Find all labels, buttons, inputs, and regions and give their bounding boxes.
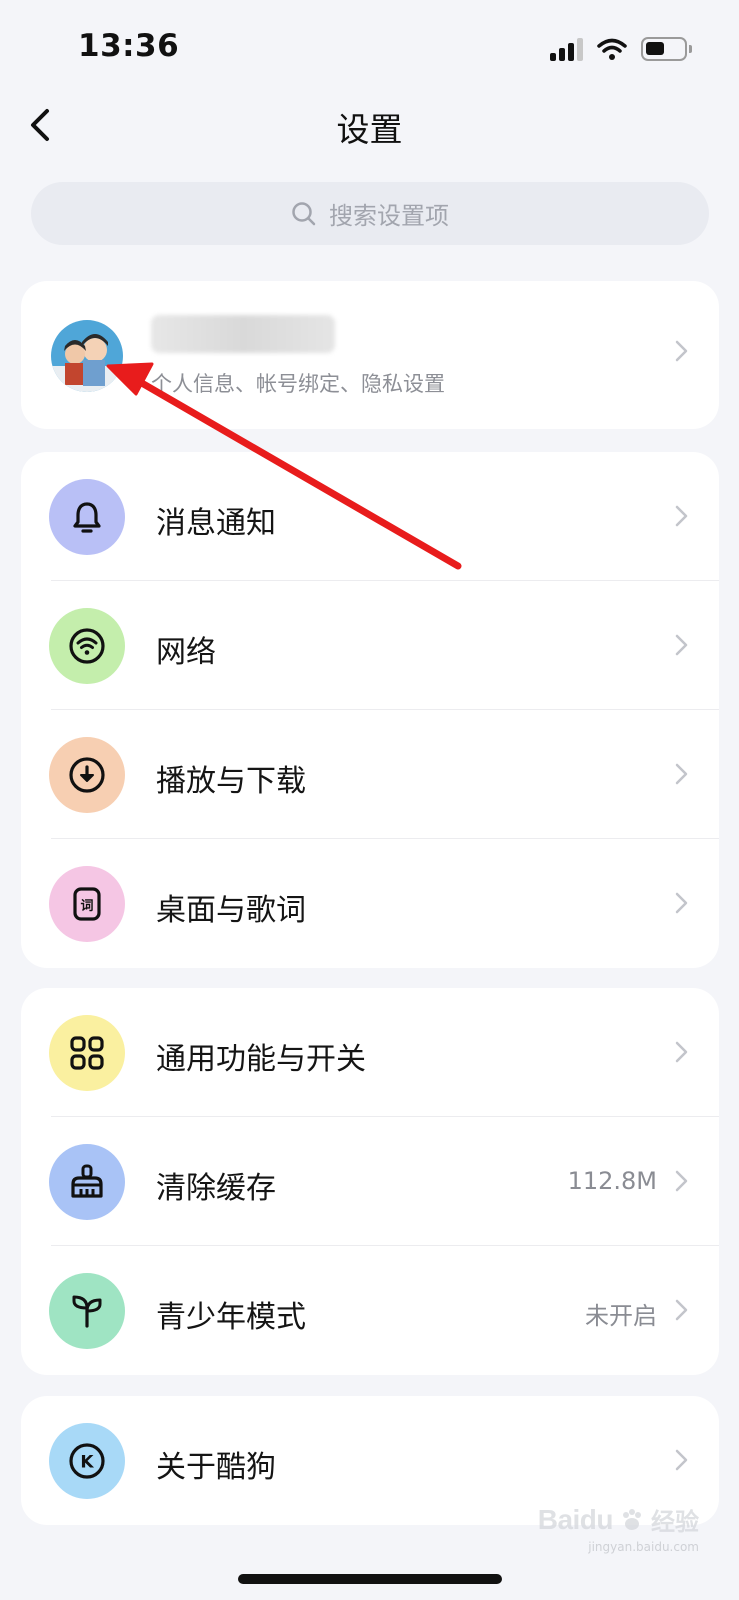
kugou-logo-icon: K: [69, 1443, 105, 1479]
chevron-right-icon: [675, 1170, 688, 1192]
settings-item-clear-cache[interactable]: 清除缓存 112.8M: [21, 1117, 719, 1246]
chevron-right-icon: [675, 1299, 688, 1321]
watermark-brand: Baidu: [537, 1503, 614, 1535]
notifications-icon-circle: [49, 479, 125, 555]
settings-item-label: 桌面与歌词: [156, 893, 306, 928]
lyrics-icon-circle: 词: [49, 866, 125, 942]
avatar[interactable]: [51, 320, 123, 392]
settings-group-2: 通用功能与开关 清除缓存 112.8M 青少年模式 未开启: [21, 988, 719, 1375]
cache-size-value: 112.8M: [567, 1167, 657, 1195]
chevron-right-icon: [675, 1449, 688, 1471]
home-indicator: [238, 1574, 502, 1584]
profile-subtitle: 个人信息、帐号绑定、隐私设置: [151, 372, 445, 396]
settings-item-label: 关于酷狗: [156, 1450, 276, 1485]
bell-icon: [73, 502, 101, 533]
chevron-right-icon: [675, 340, 688, 362]
status-bar: 13:36: [0, 0, 739, 100]
wifi-status-icon: [597, 38, 627, 60]
lyrics-icon: 词: [73, 887, 101, 921]
nav-bar: 设置: [0, 95, 739, 155]
download-icon: [69, 757, 105, 793]
settings-item-notifications[interactable]: 消息通知: [21, 452, 719, 581]
grid-icon: [70, 1036, 104, 1070]
profile-name-redacted: [151, 315, 335, 353]
chevron-right-icon: [675, 763, 688, 785]
about-icon-circle: K: [49, 1423, 125, 1499]
download-icon-circle: [49, 737, 125, 813]
chevron-right-icon: [675, 505, 688, 527]
baidu-watermark: Baidu 经验: [538, 1502, 699, 1537]
settings-item-playback-download[interactable]: 播放与下载: [21, 710, 719, 839]
paw-icon: [623, 1508, 641, 1530]
wifi-icon: [69, 628, 105, 664]
search-icon: [292, 201, 316, 225]
profile-card[interactable]: 个人信息、帐号绑定、隐私设置: [21, 281, 719, 429]
status-time: 13:36: [78, 28, 180, 64]
chevron-right-icon: [675, 634, 688, 656]
svg-text:K: K: [80, 1453, 94, 1473]
settings-item-label: 播放与下载: [156, 764, 306, 799]
clear-cache-icon-circle: [49, 1144, 125, 1220]
network-icon-circle: [49, 608, 125, 684]
settings-item-label: 青少年模式: [156, 1300, 306, 1335]
teen-mode-icon-circle: [49, 1273, 125, 1349]
chevron-right-icon: [675, 892, 688, 914]
general-icon-circle: [49, 1015, 125, 1091]
settings-group-1: 消息通知 网络 播放与下载 词 桌面与歌词: [21, 452, 719, 968]
watermark-url: jingyan.baidu.com: [588, 1540, 699, 1554]
settings-item-label: 网络: [156, 635, 216, 670]
watermark-brand-cn: 经验: [651, 1508, 699, 1536]
search-placeholder: 搜索设置项: [329, 202, 449, 230]
settings-item-network[interactable]: 网络: [21, 581, 719, 710]
page-title: 设置: [336, 110, 403, 149]
settings-item-desktop-lyrics[interactable]: 词 桌面与歌词: [21, 839, 719, 968]
status-icons: [550, 34, 692, 64]
broom-icon: [71, 1164, 103, 1198]
settings-item-general[interactable]: 通用功能与开关: [21, 988, 719, 1117]
settings-item-teen-mode[interactable]: 青少年模式 未开启: [21, 1246, 719, 1375]
settings-item-label: 通用功能与开关: [156, 1042, 366, 1077]
settings-item-label: 清除缓存: [156, 1171, 276, 1206]
chevron-right-icon: [675, 1041, 688, 1063]
search-input[interactable]: 搜索设置项: [31, 182, 709, 245]
teen-mode-status: 未开启: [585, 1302, 657, 1330]
cellular-signal-icon: [550, 37, 583, 61]
sprout-icon: [72, 1295, 102, 1328]
battery-icon: [641, 37, 692, 61]
settings-item-label: 消息通知: [156, 506, 276, 541]
svg-text:词: 词: [80, 899, 93, 914]
